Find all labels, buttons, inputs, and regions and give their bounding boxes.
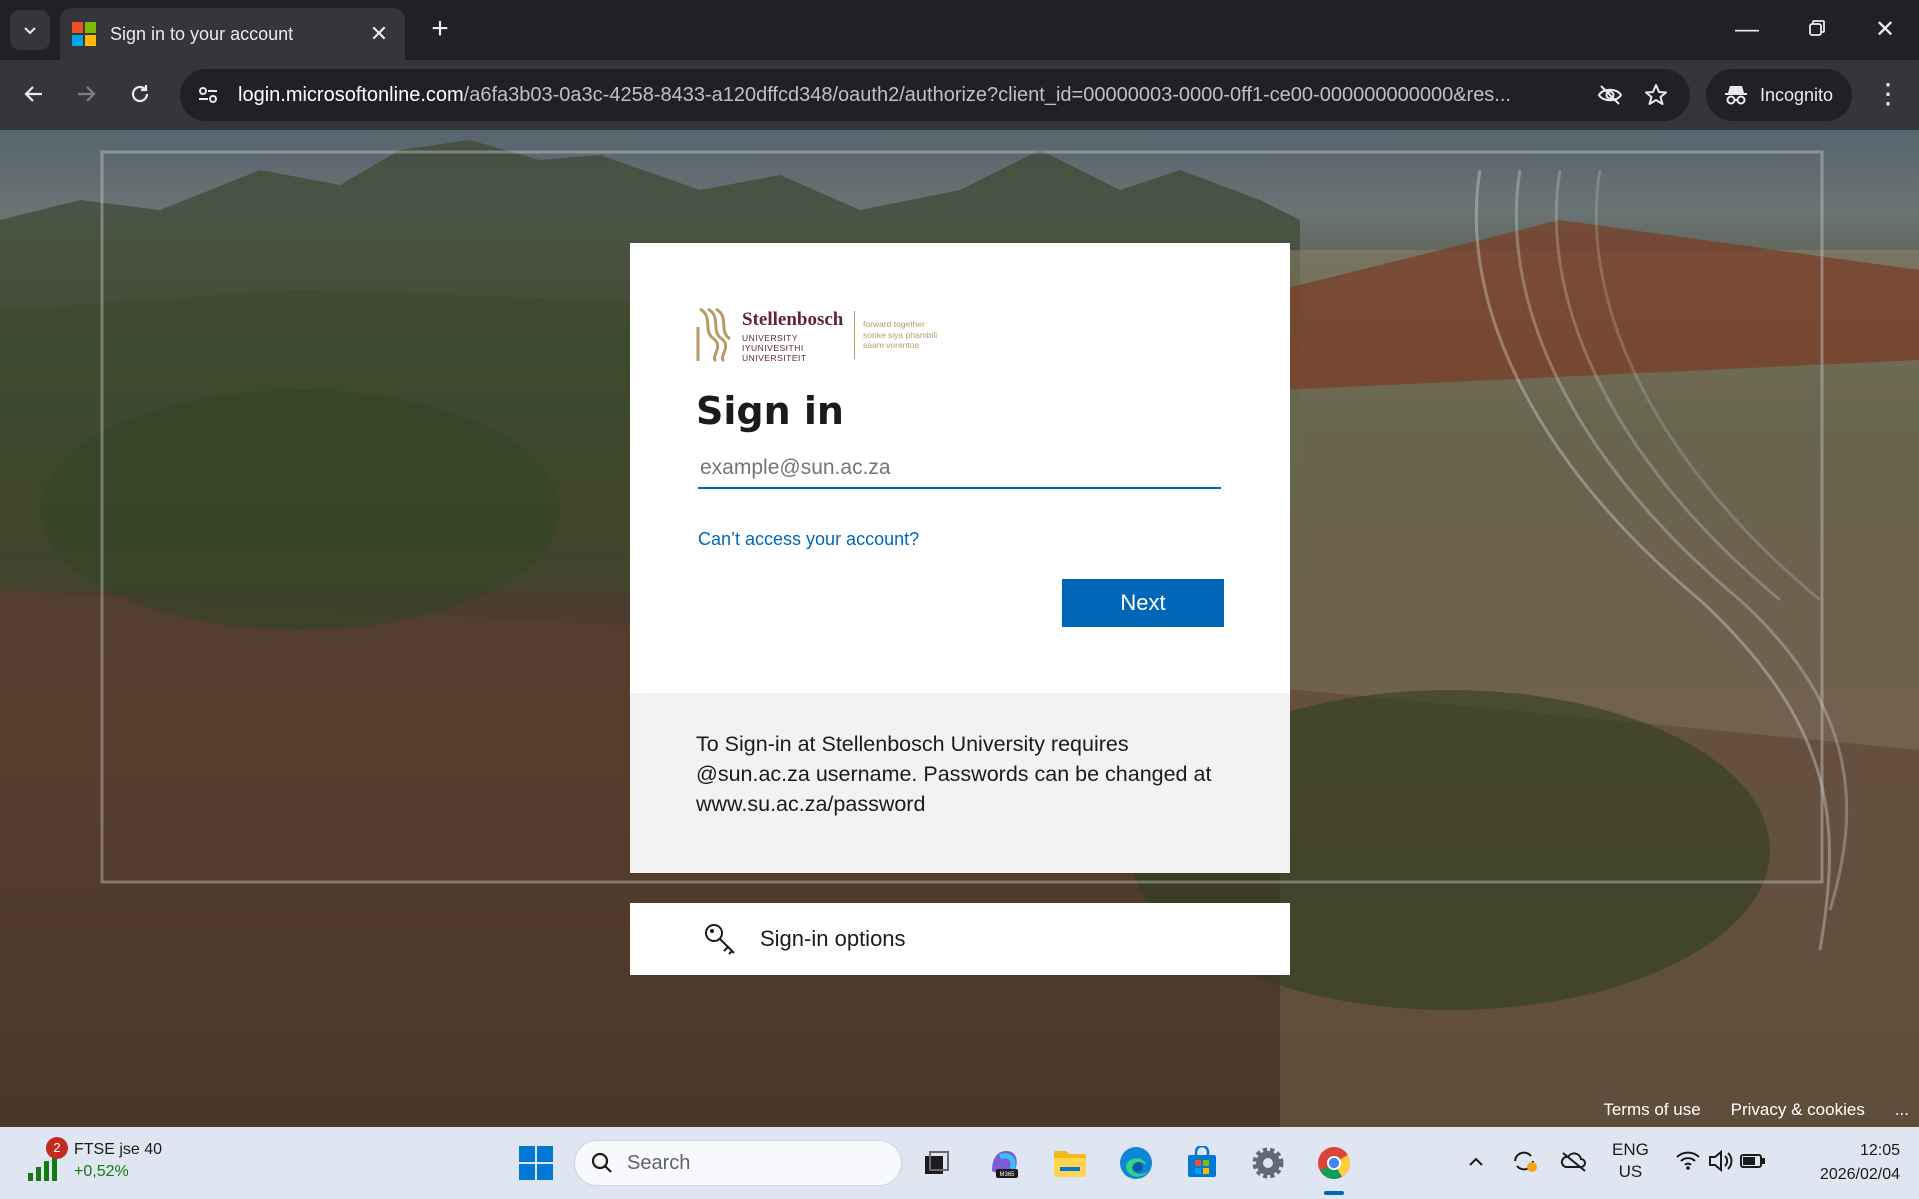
store-icon (1188, 1146, 1216, 1177)
stellenbosch-crest-icon (696, 307, 731, 363)
restore-button[interactable] (1792, 8, 1842, 52)
reload-button[interactable] (118, 72, 162, 116)
cant-access-account-link[interactable]: Can’t access your account? (698, 529, 919, 550)
onedrive-status-button[interactable] (1560, 1139, 1588, 1188)
email-field[interactable] (698, 449, 1221, 489)
stocks-widget-text: FTSE jse 40 +0,52% (74, 1139, 162, 1183)
task-view-button[interactable] (914, 1141, 958, 1185)
clock-date: 2026/02/04 (1819, 1166, 1900, 1183)
incognito-indicator[interactable]: Incognito (1706, 69, 1852, 121)
edge-icon (1120, 1147, 1152, 1179)
language-region: US (1618, 1162, 1643, 1181)
page-footer: Terms of use Privacy & cookies ... (1603, 1098, 1919, 1122)
taskbar-search-placeholder: Search (627, 1151, 691, 1174)
taskbar-search-box[interactable]: Search (574, 1140, 902, 1186)
tab-close-icon[interactable]: ✕ (365, 21, 393, 47)
stellenbosch-logo: Stellenbosch UNIVERSITY IYUNIVESITHI UNI… (696, 307, 956, 363)
signin-options-button[interactable]: Sign-in options (630, 903, 1290, 975)
terms-of-use-link[interactable]: Terms of use (1603, 1100, 1700, 1120)
tab-title: Sign in to your account (110, 23, 294, 44)
sync-icon (1514, 1151, 1537, 1172)
wifi-icon (1676, 1151, 1700, 1170)
taskbar-clock[interactable]: 12:05 2026/02/04 (1796, 1139, 1900, 1187)
url-text[interactable]: login.microsoftonline.com/a6fa3b03-0a3c-… (238, 84, 1582, 107)
show-hidden-icons-button[interactable] (1466, 1139, 1486, 1188)
battery-icon (1740, 1154, 1766, 1168)
svg-text:M365: M365 (999, 1172, 1015, 1178)
browser-menu-icon[interactable]: ⋮ (1870, 74, 1906, 114)
settings-button[interactable] (1246, 1141, 1290, 1185)
cloud-off-icon (1560, 1152, 1586, 1172)
signin-notice-panel: To Sign-in at Stellenbosch University re… (630, 693, 1290, 873)
input-language-button[interactable]: ENG US (1612, 1139, 1649, 1183)
notification-badge: 2 (46, 1137, 68, 1159)
chrome-button[interactable] (1312, 1141, 1356, 1185)
language-code: ENG (1612, 1140, 1649, 1159)
minimize-button[interactable]: — (1722, 8, 1772, 52)
network-volume-battery-button[interactable] (1674, 1139, 1767, 1188)
stocks-title: FTSE jse 40 (74, 1141, 163, 1158)
search-icon (591, 1152, 612, 1173)
windows-logo-icon (519, 1146, 553, 1180)
logo-name: Stellenbosch (742, 309, 844, 330)
signin-form: Stellenbosch UNIVERSITY IYUNIVESITHI UNI… (630, 243, 1290, 693)
address-bar[interactable]: login.microsoftonline.com/a6fa3b03-0a3c-… (180, 69, 1690, 121)
eye-off-icon[interactable] (1592, 77, 1628, 113)
bookmark-star-icon[interactable] (1638, 77, 1674, 113)
windows-taskbar: 2 FTSE jse 40 +0,52% Search M365 ENG US … (0, 1127, 1919, 1199)
file-explorer-button[interactable] (1048, 1141, 1092, 1185)
key-icon (705, 924, 735, 955)
m365-copilot-icon: M365 (992, 1151, 1018, 1178)
chrome-icon (1318, 1147, 1350, 1180)
back-button[interactable] (12, 72, 56, 116)
close-window-button[interactable]: ✕ (1860, 8, 1910, 52)
restore-icon (1809, 20, 1825, 36)
edge-browser-button[interactable] (1114, 1141, 1158, 1185)
new-tab-button[interactable]: + (422, 12, 458, 48)
arrow-left-icon (24, 86, 42, 102)
signin-card: Stellenbosch UNIVERSITY IYUNIVESITHI UNI… (630, 243, 1290, 873)
browser-toolbar: login.microsoftonline.com/a6fa3b03-0a3c-… (0, 60, 1919, 130)
browser-tabstrip: Sign in to your account ✕ + — ✕ (0, 0, 1919, 60)
next-button[interactable]: Next (1062, 579, 1224, 627)
volume-icon (1708, 1149, 1733, 1173)
m365-copilot-button[interactable]: M365 (982, 1141, 1026, 1185)
logo-motto: forward together sonke siya phambili saa… (863, 319, 938, 350)
incognito-label: Incognito (1760, 84, 1834, 105)
chevron-up-icon (1469, 1157, 1483, 1166)
signin-notice-text: To Sign-in at Stellenbosch University re… (696, 732, 1212, 816)
clock-time: 12:05 (1859, 1142, 1900, 1159)
microsoft-favicon-icon (72, 22, 96, 46)
reload-icon (131, 85, 149, 103)
privacy-cookies-link[interactable]: Privacy & cookies (1731, 1100, 1865, 1120)
forward-button[interactable] (64, 72, 108, 116)
start-button[interactable] (514, 1141, 558, 1185)
stocks-change: +0,52% (74, 1163, 129, 1180)
arrow-right-icon (78, 86, 96, 102)
page-title: Sign in (696, 389, 844, 433)
tab-active[interactable]: Sign in to your account ✕ (60, 8, 405, 60)
chrome-active-indicator (1324, 1191, 1344, 1195)
microsoft-store-button[interactable] (1180, 1141, 1224, 1185)
site-info-icon[interactable] (196, 83, 220, 107)
incognito-icon (1725, 86, 1747, 105)
gear-icon (1252, 1147, 1284, 1179)
sync-status-button[interactable] (1510, 1139, 1538, 1188)
chevron-down-icon (24, 27, 36, 35)
folder-icon (1054, 1151, 1086, 1177)
logo-divider (854, 311, 855, 359)
tab-search-button[interactable] (10, 10, 50, 50)
stocks-widget[interactable]: 2 FTSE jse 40 +0,52% (24, 1137, 162, 1183)
task-view-icon (925, 1151, 949, 1174)
logo-university-lines: UNIVERSITY IYUNIVESITHI UNIVERSITEIT (742, 333, 807, 363)
signin-options-label: Sign-in options (760, 926, 906, 951)
more-options-link[interactable]: ... (1895, 1100, 1909, 1120)
